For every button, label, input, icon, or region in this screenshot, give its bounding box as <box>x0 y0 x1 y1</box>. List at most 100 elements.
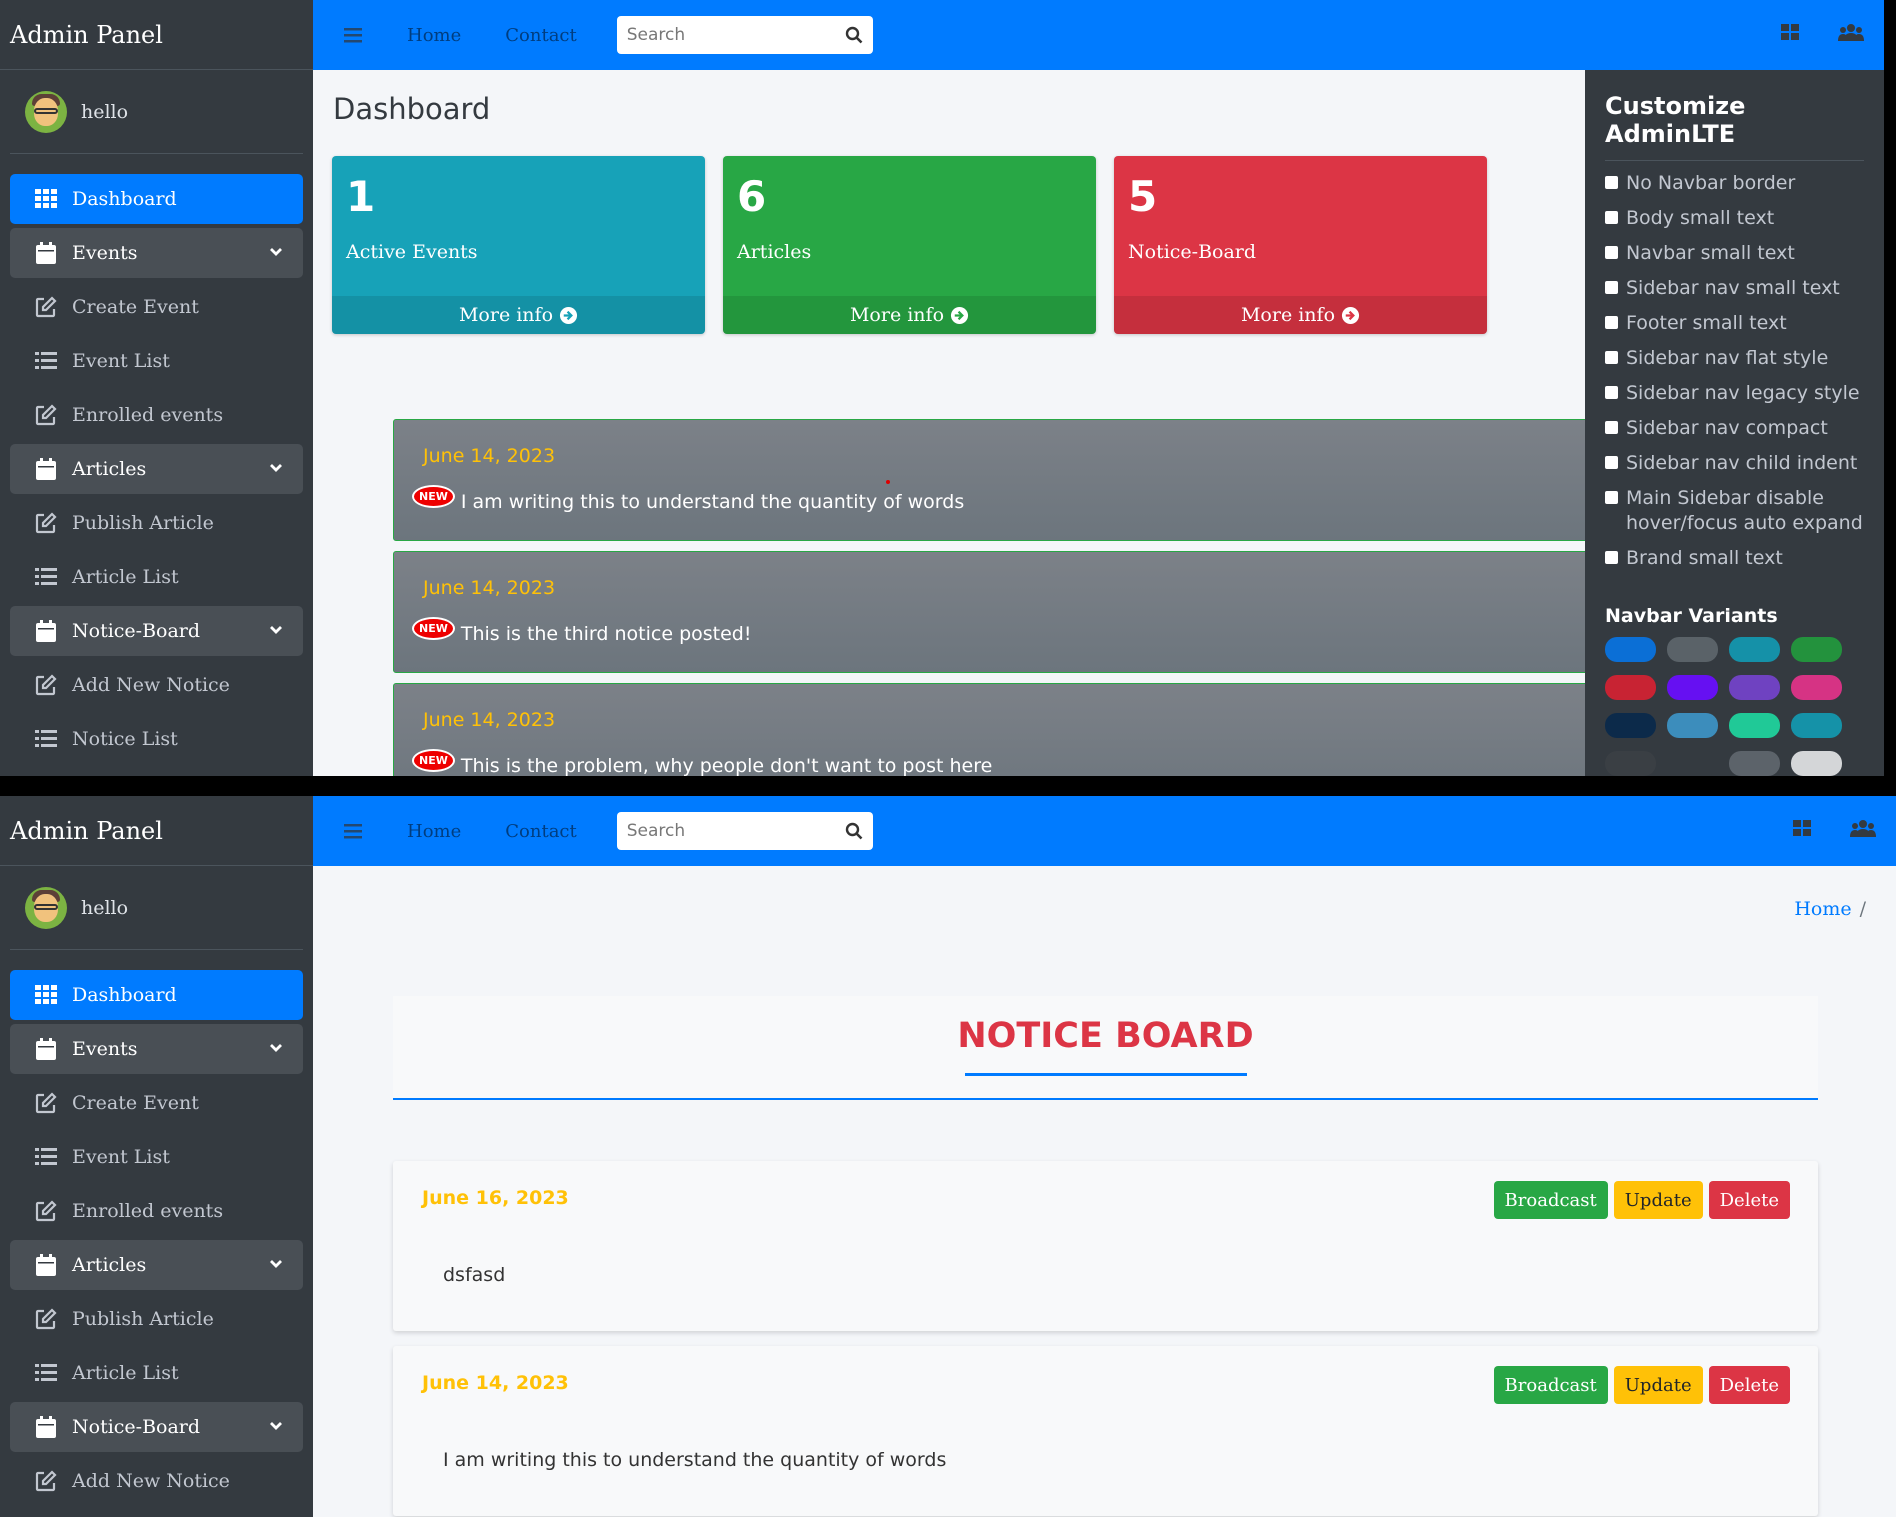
more-info-link[interactable]: More info <box>723 296 1096 334</box>
navbar-variant-swatch[interactable] <box>1605 675 1656 700</box>
navbar-variant-swatch[interactable] <box>1667 751 1718 776</box>
customize-option[interactable]: Footer small text <box>1605 311 1864 336</box>
grid-icon[interactable] <box>1780 22 1800 42</box>
menu-icon[interactable] <box>343 823 363 839</box>
sidebar-item-create-event[interactable]: Create Event <box>10 282 303 332</box>
sidebar-item-events[interactable]: Events <box>10 228 303 278</box>
grid-icon[interactable] <box>1792 818 1812 838</box>
customize-option[interactable]: No Navbar border <box>1605 171 1864 196</box>
navbar-variant-swatch[interactable] <box>1667 637 1718 662</box>
sidebar-item-articles[interactable]: Articles <box>10 1240 303 1290</box>
nav-contact-link[interactable]: Contact <box>505 821 576 842</box>
search-input[interactable]: Search <box>616 16 873 54</box>
sidebar-item-article-list[interactable]: Article List <box>10 1348 303 1398</box>
navbar-variant-swatch[interactable] <box>1667 713 1718 738</box>
customize-option[interactable]: Sidebar nav child indent <box>1605 451 1864 476</box>
nav-home-link[interactable]: Home <box>407 25 461 46</box>
user-panel[interactable]: hello <box>10 70 303 154</box>
update-button[interactable]: Update <box>1613 1366 1703 1404</box>
sidebar-item-notice-list[interactable]: Notice List <box>10 714 303 764</box>
notice-text: This is the third notice posted! <box>460 622 752 645</box>
chevron-down-icon <box>270 464 282 472</box>
sidebar-item-enrolled-events[interactable]: Enrolled events <box>10 1186 303 1236</box>
checkbox[interactable] <box>1605 316 1618 329</box>
sidebar-item-notice-board[interactable]: Notice-Board <box>10 606 303 656</box>
control-sidebar: Customize AdminLTE No Navbar border Body … <box>1585 70 1884 776</box>
sidebar-item-add-new-notice[interactable]: Add New Notice <box>10 660 303 710</box>
sidebar-item-notice-list[interactable]: Notice List <box>10 1510 303 1517</box>
navbar-variant-swatch[interactable] <box>1729 713 1780 738</box>
users-icon[interactable] <box>1838 22 1864 42</box>
sidebar-item-dashboard[interactable]: Dashboard <box>10 174 303 224</box>
navbar-variant-swatch[interactable] <box>1791 713 1842 738</box>
edit-icon <box>35 512 57 534</box>
checkbox[interactable] <box>1605 421 1618 434</box>
broadcast-button[interactable]: Broadcast <box>1493 1366 1608 1404</box>
navbar-variant-swatch[interactable] <box>1791 751 1842 776</box>
checkbox[interactable] <box>1605 551 1618 564</box>
checkbox[interactable] <box>1605 351 1618 364</box>
sidebar-item-dashboard[interactable]: Dashboard <box>10 970 303 1020</box>
brand-link[interactable]: Admin Panel <box>0 0 313 70</box>
search-input[interactable]: Search <box>616 812 873 850</box>
navbar-variant-swatch[interactable] <box>1605 637 1656 662</box>
navbar-variant-swatch[interactable] <box>1729 637 1780 662</box>
nav-contact-link[interactable]: Contact <box>505 25 576 46</box>
more-info-link[interactable]: More info <box>1114 296 1487 334</box>
sidebar-item-publish-article[interactable]: Publish Article <box>10 1294 303 1344</box>
navbar-variant-swatch[interactable] <box>1605 713 1656 738</box>
navbar-variant-swatch[interactable] <box>1791 637 1842 662</box>
checkbox[interactable] <box>1605 281 1618 294</box>
customize-option[interactable]: Sidebar nav flat style <box>1605 346 1864 371</box>
customize-option[interactable]: Sidebar nav small text <box>1605 276 1864 301</box>
customize-option[interactable]: Sidebar nav legacy style <box>1605 381 1864 406</box>
dashboard-screen: Admin Panel hello Dashboard Events Create … <box>0 0 1884 776</box>
navbar-variant-swatch[interactable] <box>1605 751 1656 776</box>
sidebar-item-event-list[interactable]: Event List <box>10 1132 303 1182</box>
update-button[interactable]: Update <box>1613 1181 1703 1219</box>
sidebar-item-articles[interactable]: Articles <box>10 444 303 494</box>
sidebar-item-create-event[interactable]: Create Event <box>10 1078 303 1128</box>
search-icon[interactable] <box>845 822 863 840</box>
sidebar-item-events[interactable]: Events <box>10 1024 303 1074</box>
checkbox[interactable] <box>1605 176 1618 189</box>
more-info-label: More info <box>849 304 945 326</box>
cursor-dot <box>886 480 890 484</box>
menu-icon[interactable] <box>343 27 363 43</box>
sidebar-item-label: Add New Notice <box>72 1470 230 1492</box>
user-panel[interactable]: hello <box>10 866 303 950</box>
navbar-variant-swatch[interactable] <box>1791 675 1842 700</box>
brand-link[interactable]: Admin Panel <box>0 796 313 866</box>
navbar-variant-swatch[interactable] <box>1729 675 1780 700</box>
checkbox[interactable] <box>1605 246 1618 259</box>
sidebar-item-add-new-notice[interactable]: Add New Notice <box>10 1456 303 1506</box>
stat-count: 5 <box>1128 172 1158 221</box>
sidebar-item-publish-article[interactable]: Publish Article <box>10 498 303 548</box>
customize-option[interactable]: Brand small text <box>1605 546 1864 571</box>
stat-label: Articles <box>737 241 812 263</box>
navbar-variant-swatch[interactable] <box>1729 751 1780 776</box>
sidebar-item-event-list[interactable]: Event List <box>10 336 303 386</box>
search-icon[interactable] <box>845 26 863 44</box>
customize-option[interactable]: Navbar small text <box>1605 241 1864 266</box>
delete-button[interactable]: Delete <box>1708 1366 1790 1404</box>
customize-title: Customize AdminLTE <box>1605 92 1864 161</box>
sidebar-item-article-list[interactable]: Article List <box>10 552 303 602</box>
users-icon[interactable] <box>1850 818 1876 838</box>
checkbox[interactable] <box>1605 491 1618 504</box>
more-info-link[interactable]: More info <box>332 296 705 334</box>
new-badge: NEW <box>412 485 455 508</box>
checkbox[interactable] <box>1605 211 1618 224</box>
sidebar-item-notice-board[interactable]: Notice-Board <box>10 1402 303 1452</box>
breadcrumb-home-link[interactable]: Home <box>1794 898 1851 920</box>
checkbox[interactable] <box>1605 386 1618 399</box>
navbar-variant-swatch[interactable] <box>1667 675 1718 700</box>
broadcast-button[interactable]: Broadcast <box>1493 1181 1608 1219</box>
customize-option[interactable]: Sidebar nav compact <box>1605 416 1864 441</box>
sidebar-item-enrolled-events[interactable]: Enrolled events <box>10 390 303 440</box>
customize-option[interactable]: Main Sidebar disable hover/focus auto ex… <box>1605 486 1864 536</box>
delete-button[interactable]: Delete <box>1708 1181 1790 1219</box>
checkbox[interactable] <box>1605 456 1618 469</box>
customize-option[interactable]: Body small text <box>1605 206 1864 231</box>
nav-home-link[interactable]: Home <box>407 821 461 842</box>
